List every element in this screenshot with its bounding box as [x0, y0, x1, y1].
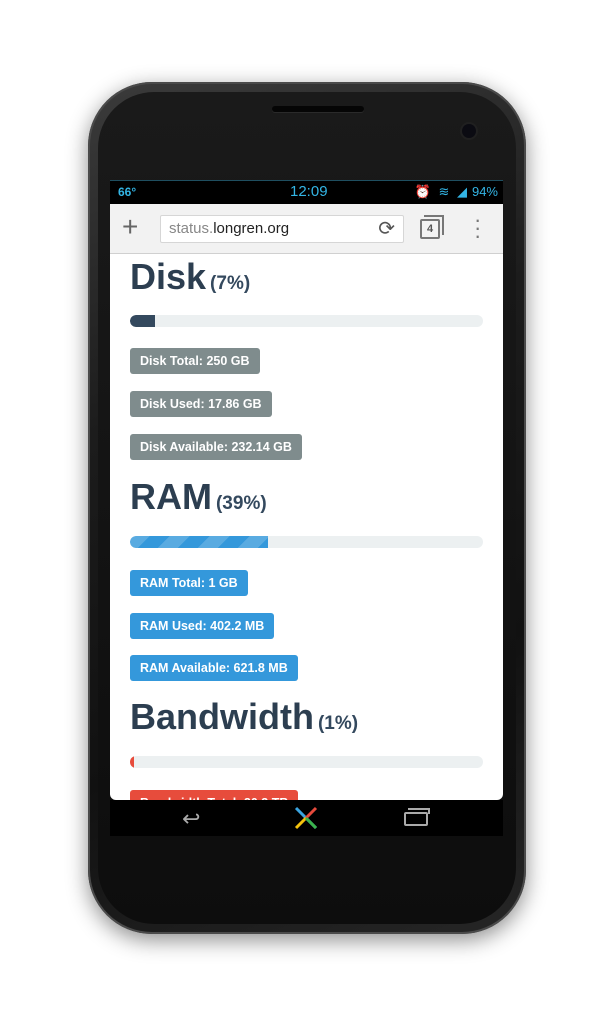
nav-bar: ↩ — [110, 800, 503, 836]
home-icon[interactable] — [292, 804, 320, 832]
temperature-indicator: 66° — [118, 185, 137, 199]
speaker-grille — [272, 106, 364, 112]
disk-available-tag: Disk Available: 232.14 GB — [130, 434, 302, 460]
plus-icon[interactable]: + — [122, 212, 138, 242]
ram-total-tag: RAM Total: 1 GB — [130, 570, 248, 596]
tabs-button[interactable]: 4 — [420, 215, 444, 239]
address-bar[interactable]: status.longren.org ⟳ — [160, 215, 404, 243]
bandwidth-title: Bandwidth — [130, 696, 314, 737]
browser-toolbar: + status.longren.org ⟳ 4 · · · — [110, 204, 503, 254]
status-bar: 66° 12:09 ⏰ ≋ ◢ 94% — [110, 180, 503, 204]
ram-available-tag: RAM Available: 621.8 MB — [130, 655, 298, 681]
disk-title: Disk — [130, 256, 207, 297]
reload-icon[interactable]: ⟳ — [378, 216, 395, 242]
disk-section: Disk (7%) Disk Total: 250 GB Disk Used: 1… — [130, 256, 483, 460]
tab-count: 4 — [426, 223, 434, 235]
battery-level: 94% — [471, 184, 498, 199]
recents-icon[interactable] — [404, 808, 430, 826]
bandwidth-progress-bar — [130, 756, 483, 768]
bandwidth-section: Bandwidth(1%) Bandwidth Total: 20.3 TB — [130, 696, 483, 800]
section-title: Bandwidth (1%) — [130, 696, 483, 738]
ram-progress-bar — [130, 536, 483, 548]
bandwidth-total-tag: Bandwidth Total: 20.3 TB — [130, 790, 299, 800]
ram-title: RAM — [130, 476, 212, 517]
disk-used-tag: Disk Used: 17.86 GB — [130, 391, 272, 417]
browser-screen: + status.longren.org ⟳ 4 · · · Disk (7%) Di… — [110, 204, 503, 800]
ram-used-tag: RAM Used: 402.2 MB — [130, 613, 275, 639]
ram-progress-fill — [130, 536, 268, 548]
clock: 12:09 — [290, 183, 328, 200]
status-icons: ⏰ ≋ ◢ — [414, 184, 469, 199]
bandwidth-percent: (1%) — [317, 713, 359, 734]
disk-total-tag: Disk Total: 250 GB — [130, 348, 260, 374]
disk-progress-fill — [130, 315, 155, 327]
back-icon[interactable]: ↩ — [182, 806, 200, 832]
disk-progress-bar — [130, 315, 483, 327]
url-domain: longren.org — [213, 220, 290, 237]
url-host: status. — [169, 220, 214, 237]
bandwidth-progress-fill — [130, 756, 135, 768]
ram-section: RAM (39%) RAM Total: 1 GB RAM Used: 402.2… — [130, 476, 483, 681]
section-title: RAM (39%) — [130, 476, 483, 518]
front-camera — [462, 124, 476, 138]
ram-percent: (39%) — [215, 493, 267, 514]
disk-percent: (7%) — [210, 273, 251, 294]
overflow-menu-icon[interactable]: · · · — [474, 209, 481, 247]
section-title: Disk (7%) — [130, 256, 483, 298]
